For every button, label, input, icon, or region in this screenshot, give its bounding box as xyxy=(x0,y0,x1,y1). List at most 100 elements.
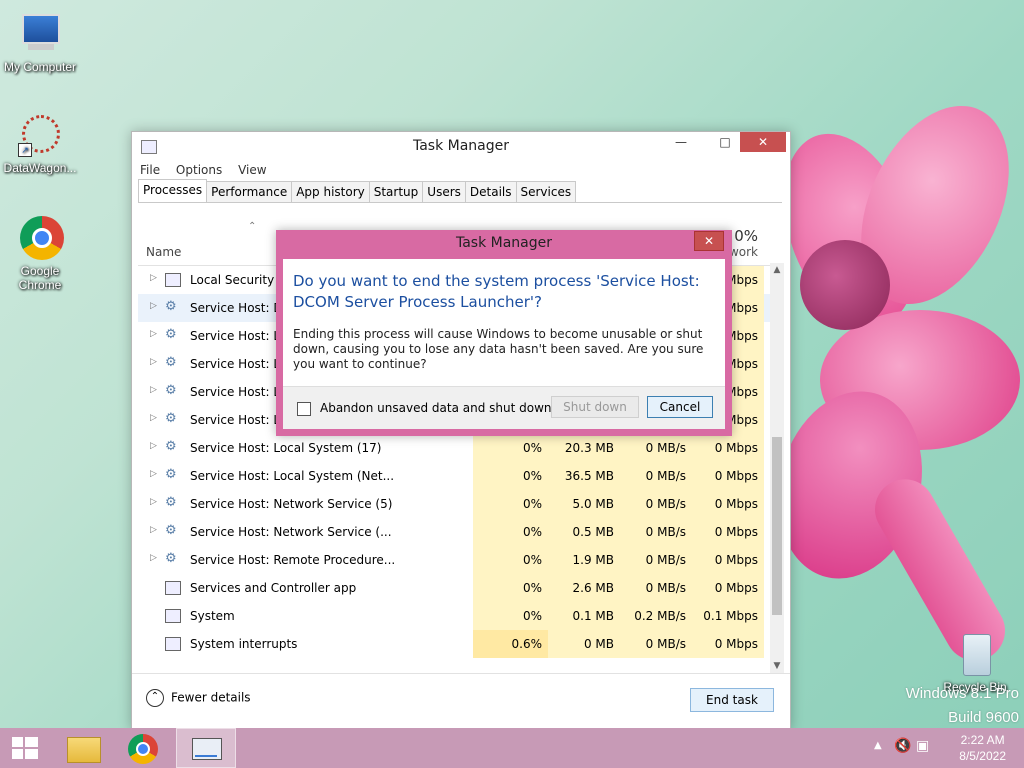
table-row[interactable]: System interrupts 0.6% 0 MB 0 MB/s 0 Mbps xyxy=(138,630,783,658)
taskbar-file-explorer[interactable] xyxy=(53,728,113,768)
network-cell: 0 Mbps xyxy=(692,490,764,518)
footer-bar: ⌃ Fewer details End task xyxy=(132,673,790,729)
gear-icon: ⚙ xyxy=(165,495,177,510)
tab-details[interactable]: Details xyxy=(464,181,517,202)
process-name: Service Host: Network Service (5) xyxy=(190,497,393,511)
shut-down-button[interactable]: Shut down xyxy=(551,396,639,418)
expand-chevron-icon[interactable]: ▷ xyxy=(150,301,157,311)
menu-options[interactable]: Options xyxy=(176,160,222,180)
tab-app-history[interactable]: App history xyxy=(291,181,370,202)
clock-date: 8/5/2022 xyxy=(959,749,1006,763)
network-cell: 0 Mbps xyxy=(692,462,764,490)
taskbar-chrome[interactable] xyxy=(113,728,173,768)
minimize-button[interactable]: — xyxy=(666,132,696,152)
network-icon[interactable]: ▣ xyxy=(916,738,929,754)
dialog-message: Ending this process will cause Windows t… xyxy=(293,327,704,371)
gear-icon: ⚙ xyxy=(165,551,177,566)
cpu-cell: 0% xyxy=(473,462,548,490)
disk-cell: 0 MB/s xyxy=(620,434,692,462)
fewer-details-button[interactable]: ⌃ Fewer details xyxy=(146,689,251,707)
dialog-close-button[interactable]: ✕ xyxy=(694,231,724,251)
desktop-icon-google-chrome[interactable]: Google Chrome xyxy=(0,216,80,292)
vertical-scrollbar[interactable]: ▲ ▼ xyxy=(770,263,784,673)
taskbar-task-manager[interactable] xyxy=(176,728,236,768)
cpu-cell: 0% xyxy=(473,518,548,546)
cpu-cell: 0.6% xyxy=(473,630,548,658)
expand-chevron-icon[interactable]: ▷ xyxy=(150,441,157,451)
volume-muted-icon[interactable]: 🔇 xyxy=(894,738,911,754)
process-name: Service Host: Remote Procedure... xyxy=(190,553,396,567)
tab-services[interactable]: Services xyxy=(515,181,577,202)
expand-chevron-icon[interactable]: ▷ xyxy=(150,273,157,283)
process-name: Services and Controller app xyxy=(190,581,357,595)
expand-chevron-icon[interactable]: ▷ xyxy=(150,525,157,535)
tab-processes[interactable]: Processes xyxy=(138,179,208,202)
dialog-heading: Do you want to end the system process 'S… xyxy=(293,272,700,311)
abandon-data-checkbox[interactable] xyxy=(297,402,311,416)
tab-performance[interactable]: Performance xyxy=(206,181,293,202)
close-button[interactable]: ✕ xyxy=(740,132,786,152)
desktop-icon-my-computer[interactable]: My Computer xyxy=(0,12,80,74)
gear-icon: ⚙ xyxy=(165,355,177,370)
cpu-cell: 0% xyxy=(473,602,548,630)
network-cell: 0 Mbps xyxy=(692,518,764,546)
disk-cell: 0 MB/s xyxy=(620,518,692,546)
expand-chevron-icon[interactable]: ▷ xyxy=(150,469,157,479)
tab-users[interactable]: Users xyxy=(422,181,466,202)
scroll-down-icon[interactable]: ▼ xyxy=(770,661,784,671)
process-window-icon xyxy=(165,609,181,623)
tab-startup[interactable]: Startup xyxy=(368,181,424,202)
process-name: Service Host: Network Service (... xyxy=(190,525,392,539)
abandon-data-checkbox-label[interactable]: Abandon unsaved data and shut down. xyxy=(320,401,555,415)
expand-chevron-icon[interactable]: ▷ xyxy=(150,329,157,339)
menu-view[interactable]: View xyxy=(238,160,266,180)
column-header-name[interactable]: Name xyxy=(146,245,181,259)
expand-chevron-icon[interactable]: ▷ xyxy=(150,553,157,563)
table-row[interactable]: ▷ ⚙ Service Host: Remote Procedure... 0% 1.9… xyxy=(138,546,783,574)
cancel-button[interactable]: Cancel xyxy=(647,396,713,418)
os-watermark-build: Build 9600 xyxy=(948,709,1019,726)
maximize-button[interactable]: □ xyxy=(710,132,740,152)
clock[interactable]: 2:22 AM 8/5/2022 xyxy=(959,732,1006,764)
show-hidden-icons-icon[interactable]: ▲ xyxy=(874,740,882,751)
disk-cell: 0 MB/s xyxy=(620,546,692,574)
memory-cell: 2.6 MB xyxy=(548,574,620,602)
expand-chevron-icon[interactable]: ▷ xyxy=(150,497,157,507)
sort-arrow-icon: ⌃ xyxy=(248,221,257,232)
title-bar[interactable]: Task Manager — □ ✕ xyxy=(132,132,790,160)
os-watermark-edition: Windows 8.1 Pro xyxy=(905,685,1019,702)
taskbar: ▲ 🔇 ▣ 2:22 AM 8/5/2022 xyxy=(0,728,1024,768)
menu-bar: File Options View xyxy=(132,160,790,180)
table-row[interactable]: System 0% 0.1 MB 0.2 MB/s 0.1 Mbps xyxy=(138,602,783,630)
expand-chevron-icon[interactable]: ▷ xyxy=(150,385,157,395)
scroll-up-icon[interactable]: ▲ xyxy=(770,265,784,275)
process-name: System interrupts xyxy=(190,637,298,651)
table-row[interactable]: ▷ ⚙ Service Host: Local System (17) 0% 20.3 … xyxy=(138,434,783,462)
gear-icon: ⚙ xyxy=(165,383,177,398)
process-name: Service Host: Lo xyxy=(190,357,288,371)
expand-chevron-icon[interactable]: ▷ xyxy=(150,413,157,423)
disk-cell: 0 MB/s xyxy=(620,630,692,658)
process-name: Service Host: Lo xyxy=(190,329,288,343)
scrollbar-thumb[interactable] xyxy=(772,437,782,615)
table-row[interactable]: ▷ ⚙ Service Host: Local System (Net... 0% 36… xyxy=(138,462,783,490)
memory-cell: 20.3 MB xyxy=(548,434,620,462)
dialog-footer: Abandon unsaved data and shut down. Shut… xyxy=(283,386,725,429)
end-task-button[interactable]: End task xyxy=(690,688,774,712)
expand-chevron-icon[interactable]: ▷ xyxy=(150,357,157,367)
tab-strip: Processes Performance App history Startup Us… xyxy=(138,179,782,203)
desktop-icon-label: DataWagon... xyxy=(3,161,77,175)
fewer-details-label: Fewer details xyxy=(171,690,251,705)
process-name: Service Host: Lo xyxy=(190,385,288,399)
folder-icon xyxy=(67,737,101,763)
table-row[interactable]: Services and Controller app 0% 2.6 MB 0 MB/… xyxy=(138,574,783,602)
start-button[interactable] xyxy=(0,728,50,768)
desktop-icon-datawagon[interactable]: ↗ DataWagon... xyxy=(0,113,80,175)
menu-file[interactable]: File xyxy=(140,160,160,180)
table-row[interactable]: ▷ ⚙ Service Host: Network Service (... 0% 0.… xyxy=(138,518,783,546)
cpu-cell: 0% xyxy=(473,434,548,462)
clock-time: 2:22 AM xyxy=(960,733,1005,747)
table-row[interactable]: ▷ ⚙ Service Host: Network Service (5) 0% 5.0… xyxy=(138,490,783,518)
disk-cell: 0 MB/s xyxy=(620,462,692,490)
system-tray: ▲ 🔇 ▣ 2:22 AM 8/5/2022 xyxy=(874,728,1024,768)
